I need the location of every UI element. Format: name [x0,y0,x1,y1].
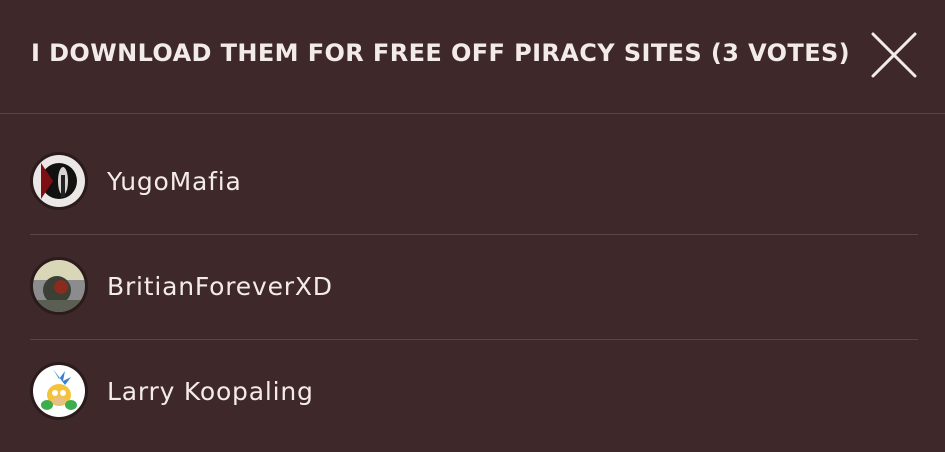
avatar[interactable] [30,152,88,210]
voter-list: YugoMafia BritianForeverXD Larry Koopali… [30,130,918,445]
voter-name[interactable]: BritianForeverXD [107,271,333,303]
voter-item[interactable]: YugoMafia [30,130,918,235]
avatar[interactable] [30,257,88,315]
dialog-title: I DOWNLOAD THEM FOR FREE OFF PIRACY SITE… [31,39,851,67]
close-icon [871,32,917,78]
voter-item[interactable]: Larry Koopaling [30,340,918,445]
avatar[interactable] [30,362,88,420]
voter-name[interactable]: YugoMafia [107,166,242,198]
voters-dialog: I DOWNLOAD THEM FOR FREE OFF PIRACY SITE… [0,0,945,452]
close-button[interactable] [866,27,922,83]
dialog-header: I DOWNLOAD THEM FOR FREE OFF PIRACY SITE… [0,0,945,114]
voter-item[interactable]: BritianForeverXD [30,235,918,340]
voter-name[interactable]: Larry Koopaling [107,376,314,408]
